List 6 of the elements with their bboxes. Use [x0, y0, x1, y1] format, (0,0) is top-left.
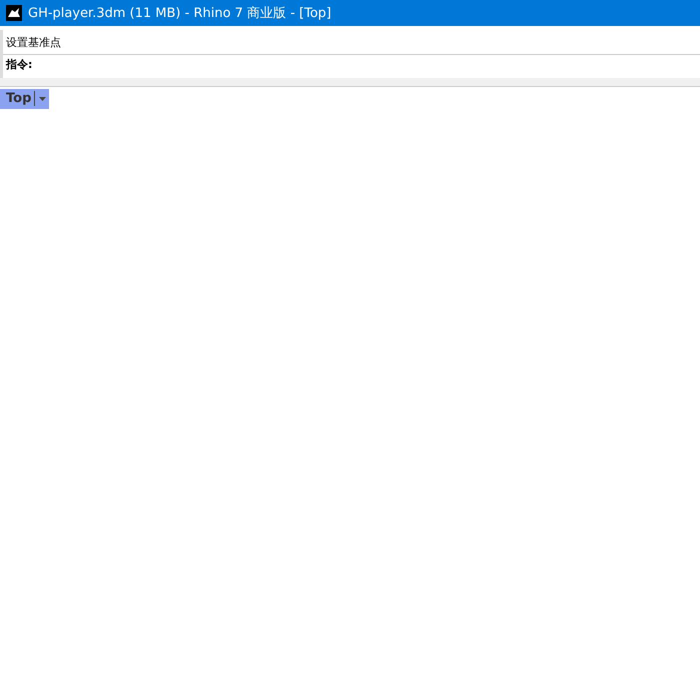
- window-title: GH-player.3dm (11 MB) - Rhino 7 商业版 - [Top]: [28, 5, 332, 22]
- rhino-icon: [6, 5, 22, 21]
- caret-icon[interactable]: [38, 96, 48, 102]
- command-prompt[interactable]: 指令:: [3, 55, 700, 75]
- viewport-tab[interactable]: Top: [0, 88, 50, 108]
- command-history-line: 设置基准点: [3, 34, 700, 55]
